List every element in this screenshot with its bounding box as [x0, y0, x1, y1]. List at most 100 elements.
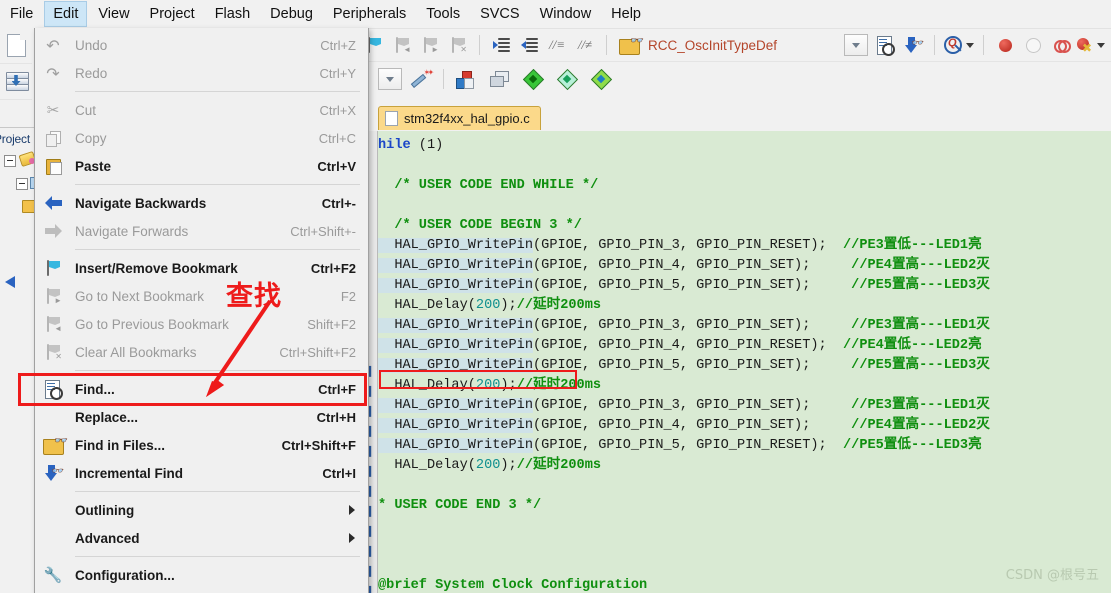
- menu-item-icon: [40, 254, 66, 282]
- menu-divider: [75, 491, 360, 492]
- code-token: (GPIOE, GPIO_PIN_4, GPIO_PIN_SET);: [533, 418, 852, 433]
- menu-view[interactable]: View: [89, 1, 138, 27]
- components-icon: [456, 70, 474, 89]
- tree-row[interactable]: [0, 172, 41, 194]
- menu-flash[interactable]: Flash: [206, 1, 259, 27]
- menu-item-copy[interactable]: Copy Ctrl+C: [35, 124, 368, 152]
- menu-file[interactable]: File: [1, 1, 42, 27]
- gutter-marker[interactable]: ▌: [368, 587, 375, 593]
- gutter-marker[interactable]: ▌: [368, 487, 375, 496]
- code-line: /* USER CODE END WHILE */: [378, 176, 1111, 196]
- menu-item-advanced[interactable]: Advanced: [35, 524, 368, 552]
- chevron-down-icon[interactable]: [966, 42, 974, 48]
- uncomment-block-button[interactable]: //≠: [573, 33, 597, 57]
- bookmark-prev-icon: ◄: [394, 37, 411, 54]
- menu-item-find-in-files[interactable]: 👓 Find in Files... Ctrl+Shift+F: [35, 431, 368, 459]
- indent-right-icon: [492, 38, 510, 52]
- code-text[interactable]: hile (1) /* USER CODE END WHILE */ /* US…: [378, 136, 1111, 593]
- combo-dropdown-button[interactable]: [844, 34, 868, 56]
- tree-row[interactable]: [0, 150, 37, 172]
- incremental-find-button[interactable]: 👓: [901, 33, 925, 57]
- find-in-files-button[interactable]: 👓: [616, 33, 643, 57]
- gutter-marker[interactable]: ▌: [368, 367, 375, 376]
- comment-block-button[interactable]: //≡: [545, 33, 569, 57]
- menu-debug[interactable]: Debug: [261, 1, 322, 27]
- build-button[interactable]: [521, 67, 545, 91]
- gutter-marker[interactable]: ▌: [368, 407, 375, 416]
- menu-item-shortcut: Ctrl+C: [318, 130, 356, 146]
- menu-item-icon: [40, 189, 66, 217]
- target-dropdown-button[interactable]: [378, 68, 402, 90]
- kill-breakpoint-button[interactable]: [1021, 33, 1045, 57]
- menu-item-outlining[interactable]: Outlining: [35, 496, 368, 524]
- disable-breakpoint-button[interactable]: [1049, 33, 1073, 57]
- menu-item-undo[interactable]: ↶ Undo Ctrl+Z: [35, 31, 368, 59]
- configure-target-button[interactable]: ✶ ✦: [410, 67, 434, 91]
- menu-item-shortcut: Ctrl+H: [316, 409, 356, 425]
- menu-item-navigate-forwards[interactable]: Navigate Forwards Ctrl+Shift+-: [35, 217, 368, 245]
- menu-project[interactable]: Project: [141, 1, 204, 27]
- search-combo-value[interactable]: RCC_OscInitTypeDef: [648, 38, 777, 53]
- menu-edit[interactable]: Edit: [44, 1, 88, 27]
- batch-build-button[interactable]: [589, 67, 613, 91]
- gutter-marker[interactable]: ▌: [368, 467, 375, 476]
- menu-divider: [75, 249, 360, 250]
- menu-item-label: Cut: [75, 102, 97, 118]
- gutter-marker[interactable]: ▌: [368, 567, 375, 576]
- menu-item-replace[interactable]: Replace... Ctrl+H: [35, 403, 368, 431]
- chevron-down-icon[interactable]: [1097, 42, 1105, 48]
- code-token: (GPIOE, GPIO_PIN_5, GPIO_PIN_SET);: [533, 278, 852, 293]
- tree-row[interactable]: [0, 276, 34, 298]
- save-all-button[interactable]: [0, 64, 32, 100]
- tree-row[interactable]: [0, 194, 37, 216]
- copy-icon: [46, 130, 61, 147]
- gutter-marker[interactable]: ▌: [368, 527, 375, 536]
- menu-window[interactable]: Window: [531, 1, 601, 27]
- new-file-button[interactable]: [0, 28, 32, 64]
- gutter-marker[interactable]: ▌: [368, 507, 375, 516]
- code-editor[interactable]: ▌ ▌ ▌ ▌ ▌ ▌ ▌ ▌ ▌ ▌ ▌ ▌ hile (1) /* USER CODE END W…: [367, 131, 1111, 593]
- code-line: HAL_GPIO_WritePin(GPIOE, GPIO_PIN_5, GPI…: [378, 276, 1111, 296]
- indent-right-button[interactable]: [489, 33, 513, 57]
- insert-breakpoint-button[interactable]: [993, 33, 1017, 57]
- menu-item-navigate-backwards[interactable]: Navigate Backwards Ctrl+-: [35, 189, 368, 217]
- expander-icon[interactable]: [4, 155, 16, 167]
- browse-symbol-button[interactable]: Q: [944, 33, 974, 57]
- menu-item-icon: ↶: [40, 31, 66, 59]
- gutter-marker[interactable]: ▌: [368, 427, 375, 436]
- menu-item-paste[interactable]: Paste Ctrl+V: [35, 152, 368, 180]
- tree-row[interactable]: [0, 216, 34, 276]
- menu-item-cut[interactable]: ✂ Cut Ctrl+X: [35, 96, 368, 124]
- next-bookmark-button[interactable]: ►: [418, 33, 442, 57]
- menu-help[interactable]: Help: [602, 1, 650, 27]
- annotation-label: 查找: [226, 281, 282, 312]
- menu-item-configuration[interactable]: 🔧 Configuration...: [35, 561, 368, 589]
- keil-uvision-window: File Edit View Project Flash Debug Peripherals…: [0, 0, 1111, 593]
- menu-tools[interactable]: Tools: [417, 1, 469, 27]
- clear-bookmarks-button[interactable]: ✕: [446, 33, 470, 57]
- expander-icon[interactable]: [16, 178, 28, 190]
- multi-project-button[interactable]: [487, 67, 511, 91]
- find-in-file-button[interactable]: [873, 33, 897, 57]
- submenu-arrow-icon: [349, 533, 355, 543]
- code-token: );: [500, 458, 517, 473]
- menu-svcs[interactable]: SVCS: [471, 1, 529, 27]
- tab-stm32f4xx-hal-gpio-c[interactable]: stm32f4xx_hal_gpio.c: [378, 106, 541, 130]
- kill-all-breakpoints-button[interactable]: ✖: [1077, 33, 1105, 57]
- menu-peripherals[interactable]: Peripherals: [324, 1, 415, 27]
- indent-left-button[interactable]: [517, 33, 541, 57]
- menu-item-shortcut: Ctrl+-: [321, 195, 356, 211]
- arrow-left-icon: [44, 196, 62, 210]
- menu-item-redo[interactable]: ↷ Redo Ctrl+Y: [35, 59, 368, 87]
- gutter-marker[interactable]: ▌: [368, 547, 375, 556]
- previous-bookmark-button[interactable]: ◄: [390, 33, 414, 57]
- manage-components-button[interactable]: [453, 67, 477, 91]
- code-token: HAL_GPIO_WritePin: [378, 238, 533, 253]
- rebuild-button[interactable]: [555, 67, 579, 91]
- menu-item-insert-remove-bookmark[interactable]: Insert/Remove Bookmark Ctrl+F2: [35, 254, 368, 282]
- code-line: HAL_GPIO_WritePin(GPIOE, GPIO_PIN_4, GPI…: [378, 336, 1111, 356]
- gutter-marker[interactable]: ▌: [368, 447, 375, 456]
- gutter-marker[interactable]: ▌: [368, 387, 375, 396]
- menu-item-incremental-find[interactable]: 👓 Incremental Find Ctrl+I: [35, 459, 368, 487]
